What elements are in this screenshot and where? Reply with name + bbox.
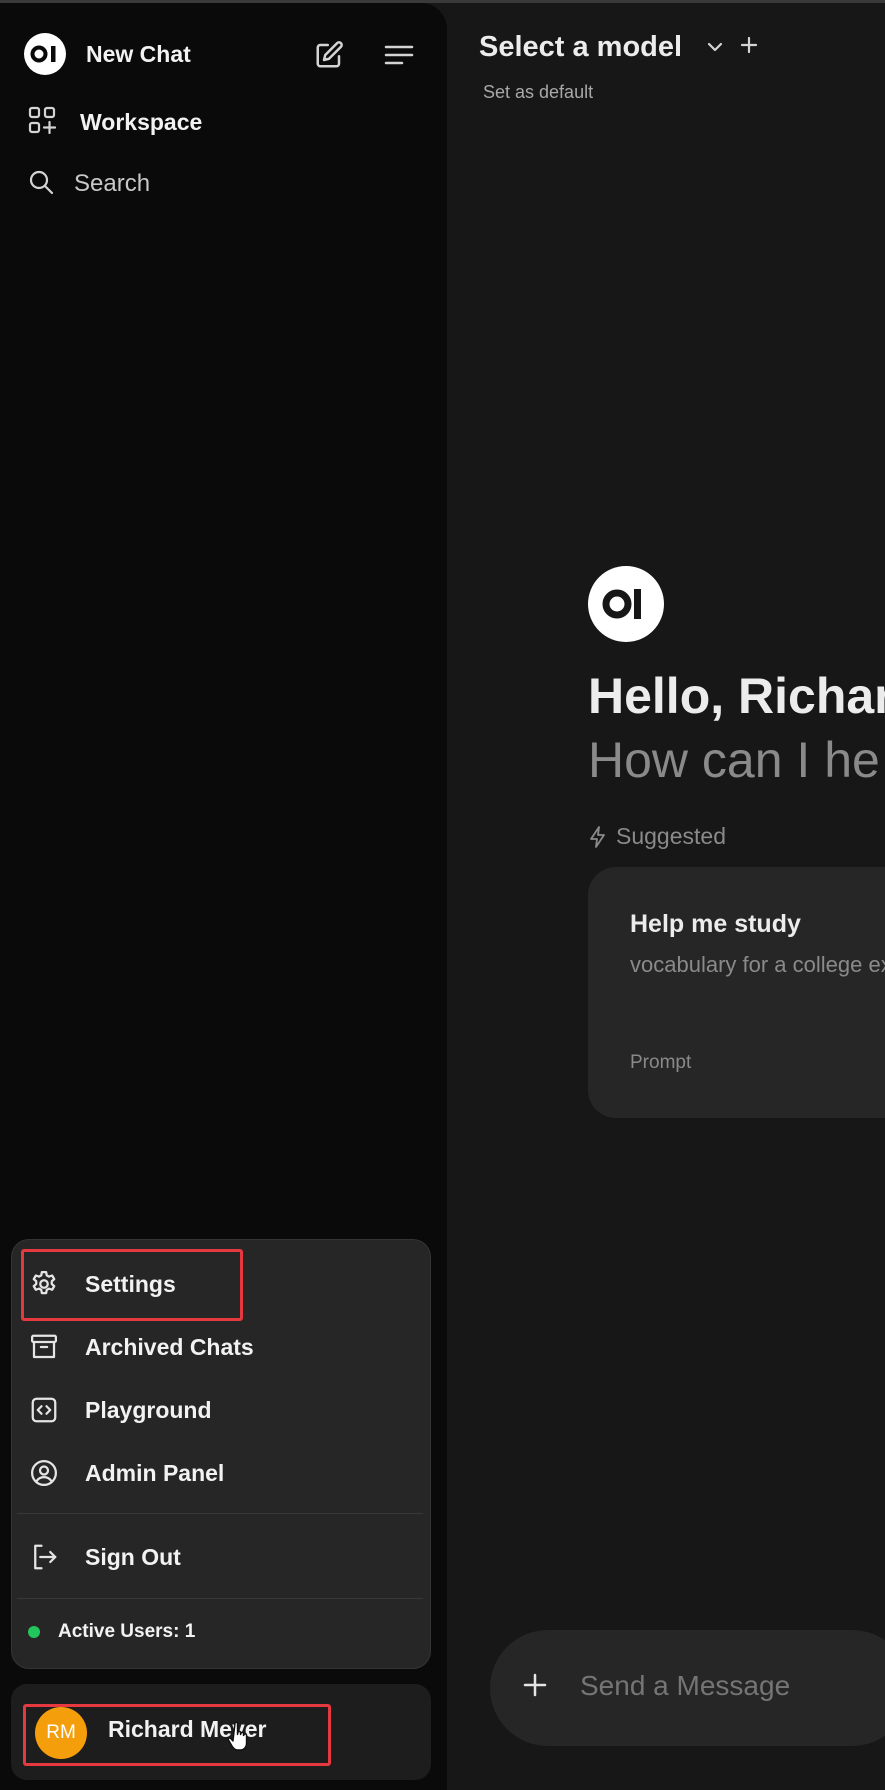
suggestion-card[interactable]: Help me study vocabulary for a college e… xyxy=(588,867,885,1118)
suggested-label: Suggested xyxy=(616,823,726,849)
menu-item-label: Admin Panel xyxy=(85,1459,225,1486)
main-panel: Select a model Set as default Hello, Ric… xyxy=(447,3,885,1790)
active-users-label: Active Users: 1 xyxy=(58,1621,196,1642)
set-default-link[interactable]: Set as default xyxy=(483,82,593,103)
greeting-subtitle: How can I he xyxy=(588,732,880,788)
search-icon xyxy=(28,169,54,200)
online-status-dot xyxy=(28,1626,40,1638)
new-chat-label: New Chat xyxy=(86,40,191,67)
sidebar-toggle-icon[interactable] xyxy=(380,36,418,74)
menu-divider xyxy=(17,1598,423,1599)
menu-item-sign-out[interactable]: Sign Out xyxy=(28,1537,181,1577)
active-users-status: Active Users: 1 xyxy=(28,1617,195,1647)
suggested-header: Suggested xyxy=(588,823,726,850)
message-input[interactable] xyxy=(580,1670,880,1702)
menu-item-playground[interactable]: Playground xyxy=(28,1390,212,1430)
openwebui-hero-logo-icon xyxy=(588,566,664,642)
attach-plus-icon[interactable] xyxy=(520,1670,550,1705)
code-icon xyxy=(28,1394,60,1426)
sidebar-search[interactable]: Search xyxy=(28,166,150,202)
sign-out-icon xyxy=(28,1541,60,1573)
chevron-down-icon[interactable] xyxy=(705,37,725,62)
greeting-title: Hello, Richar xyxy=(588,668,885,724)
model-selector[interactable]: Select a model xyxy=(479,31,682,64)
settings-highlight-box xyxy=(21,1249,243,1321)
new-chat-pencil-icon[interactable] xyxy=(310,36,348,74)
user-highlight-box xyxy=(23,1704,331,1766)
user-circle-icon xyxy=(28,1457,60,1489)
suggestion-tag: Prompt xyxy=(630,1052,692,1073)
menu-item-archived-chats[interactable]: Archived Chats xyxy=(28,1327,254,1367)
lightning-icon xyxy=(590,825,605,848)
menu-divider xyxy=(17,1513,423,1514)
message-composer xyxy=(490,1630,885,1746)
workspace-grid-icon xyxy=(28,106,57,139)
menu-item-label: Playground xyxy=(85,1396,212,1423)
new-chat-button[interactable]: New Chat xyxy=(24,32,191,76)
sidebar-item-workspace[interactable]: Workspace xyxy=(28,104,202,140)
menu-item-admin-panel[interactable]: Admin Panel xyxy=(28,1453,224,1493)
suggestion-description: vocabulary for a college exam xyxy=(630,952,885,977)
archive-icon xyxy=(28,1331,60,1363)
workspace-label: Workspace xyxy=(80,108,203,135)
hand-cursor-icon xyxy=(226,1720,256,1761)
suggestion-title: Help me study xyxy=(630,910,801,938)
openwebui-logo-icon xyxy=(24,33,66,75)
menu-item-label: Sign Out xyxy=(85,1543,181,1570)
add-model-plus-icon[interactable] xyxy=(739,35,759,60)
search-label: Search xyxy=(74,170,151,197)
menu-item-label: Archived Chats xyxy=(85,1333,254,1360)
